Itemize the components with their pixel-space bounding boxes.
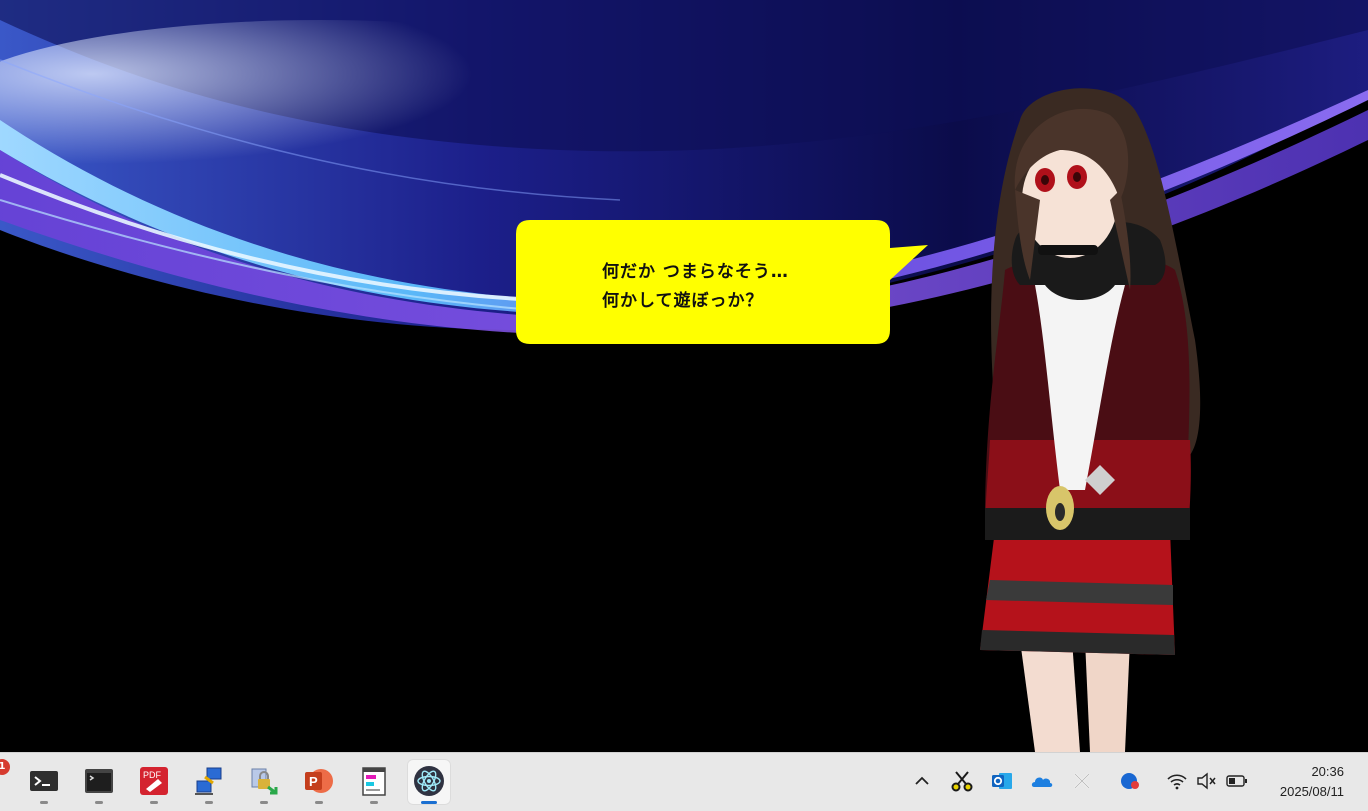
tray-battery[interactable]	[1225, 769, 1249, 793]
chevron-up-icon	[915, 776, 929, 785]
app-running-indicator	[150, 801, 158, 804]
app-running-indicator	[260, 801, 268, 804]
tray-snipping-tool[interactable]	[950, 769, 974, 793]
terminal-icon	[30, 771, 58, 791]
avatar-character[interactable]	[960, 80, 1220, 752]
taskbar-app-powerpoint[interactable]: P	[297, 759, 341, 805]
powerpoint-icon: P	[305, 769, 333, 793]
lock-transfer-icon	[251, 768, 278, 795]
tray-outlook[interactable]	[990, 769, 1014, 793]
app-running-indicator	[205, 801, 213, 804]
copilot-icon	[1121, 773, 1139, 789]
pdf-icon: PDF	[140, 767, 168, 795]
taskbar-app-network[interactable]	[187, 759, 231, 805]
battery-icon	[1226, 775, 1247, 787]
clock-date: 2025/08/11	[1279, 784, 1344, 799]
notification-badge[interactable]: 1	[0, 759, 10, 775]
taskbar-app-pdf[interactable]: PDF	[132, 759, 176, 805]
taskbar-app-terminal[interactable]	[22, 759, 66, 805]
taskbar-app-electron[interactable]	[407, 759, 451, 805]
onedrive-icon	[1031, 777, 1053, 787]
electron-icon	[414, 766, 444, 796]
app-running-indicator	[370, 801, 378, 804]
speech-bubble: 何だか つまらなそう… 何かして遊ぼっか？	[516, 220, 928, 344]
console-icon	[85, 769, 113, 793]
tray-volume[interactable]	[1194, 769, 1218, 793]
taskbar-app-console[interactable]	[77, 759, 121, 805]
desktop: 何だか つまらなそう… 何かして遊ぼっか？	[0, 0, 1368, 752]
wifi-icon	[1167, 774, 1187, 790]
app-running-indicator	[315, 801, 323, 804]
speech-line-1: 何だか つまらなそう…	[602, 262, 789, 282]
speech-bubble-text: 何だか つまらなそう… 何かして遊ぼっか？	[602, 258, 872, 316]
outlook-icon	[992, 773, 1012, 789]
tray-overflow-button[interactable]	[910, 769, 934, 793]
taskbar-app-lock-transfer[interactable]	[242, 759, 286, 805]
tray-onedrive[interactable]	[1030, 769, 1054, 793]
powerpoint-icon-label: P	[309, 774, 318, 789]
tray-wifi[interactable]	[1165, 769, 1189, 793]
tray-copilot[interactable]	[1118, 769, 1142, 793]
notepad-icon	[362, 767, 386, 796]
x-icon	[1074, 773, 1090, 789]
app-active-indicator	[421, 801, 437, 804]
app-running-indicator	[95, 801, 103, 804]
app-running-indicator	[40, 801, 48, 804]
system-clock[interactable]: 20:36 2025/08/11	[1280, 762, 1344, 802]
clock-time: 20:36	[1311, 764, 1344, 779]
taskbar-app-notepad[interactable]	[352, 759, 396, 805]
pdf-icon-label: PDF	[143, 770, 162, 780]
snipping-icon	[951, 771, 973, 792]
speech-line-2: 何かして遊ぼっか？	[602, 291, 764, 311]
taskbar: 1 PDF P 20:36 2025/08/11	[0, 752, 1368, 811]
network-icon	[195, 767, 222, 795]
tray-x[interactable]	[1070, 769, 1094, 793]
volume-muted-icon	[1197, 772, 1216, 790]
